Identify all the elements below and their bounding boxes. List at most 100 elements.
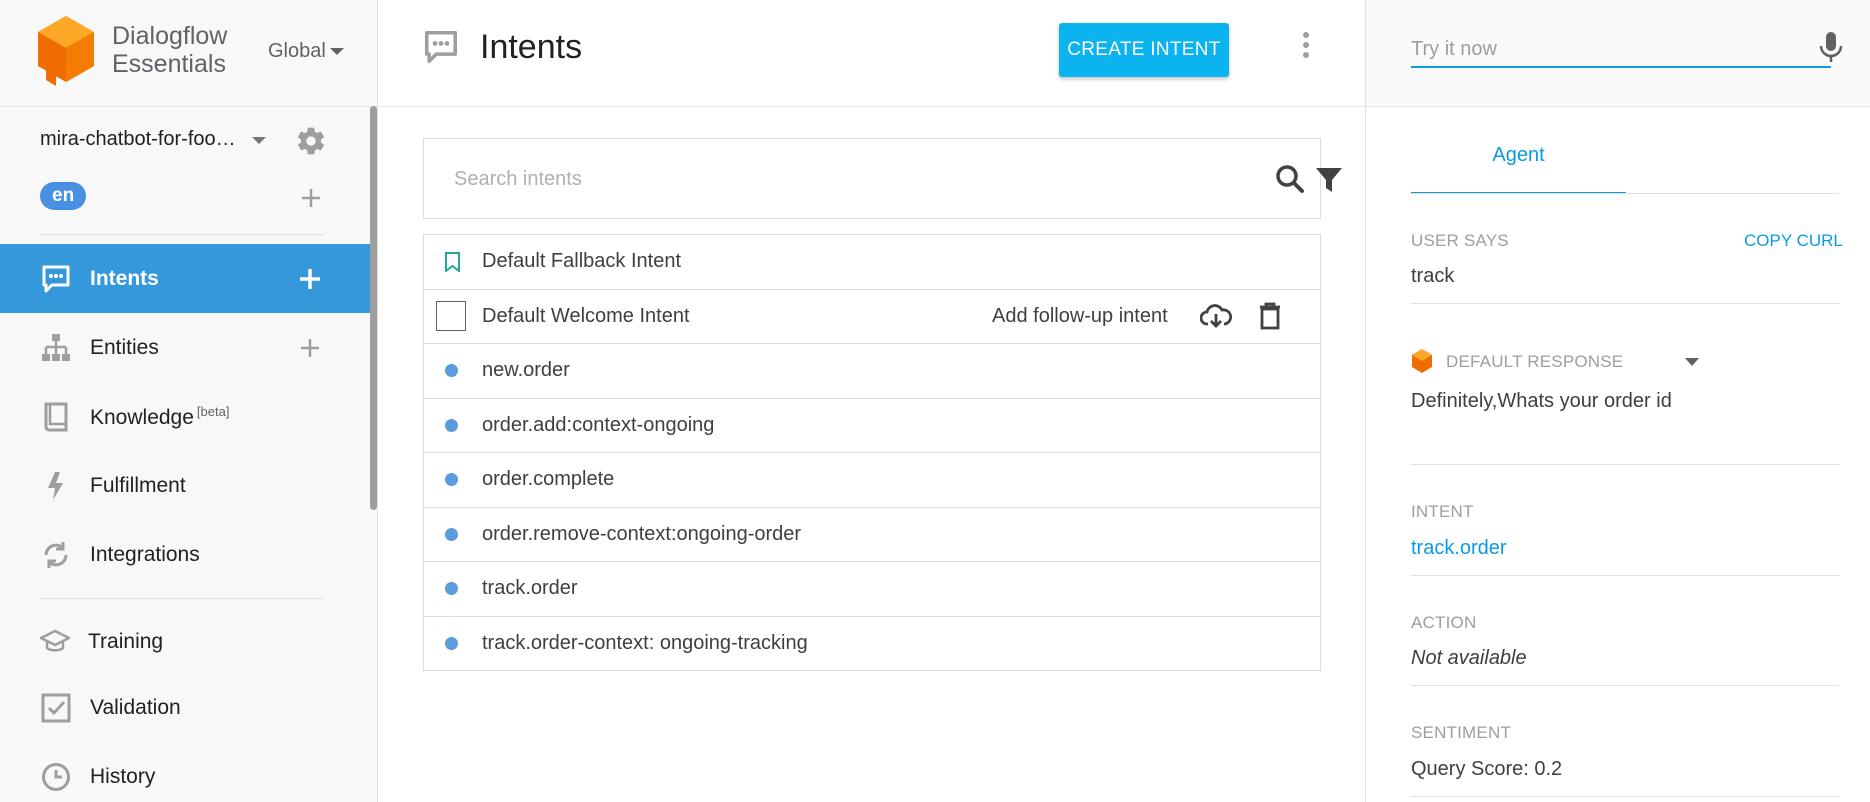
gear-icon[interactable] xyxy=(295,125,327,157)
default-response-value: Definitely,Whats your order id xyxy=(1411,390,1672,412)
add-language-icon[interactable] xyxy=(299,186,323,210)
graduation-cap-icon xyxy=(39,629,71,651)
intent-row[interactable]: order.add:context-ongoing xyxy=(424,399,1320,453)
hierarchy-icon xyxy=(42,333,70,361)
sidebar-header: Dialogflow Essentials Global xyxy=(0,0,378,107)
intent-status-dot xyxy=(445,364,458,378)
bookmark-icon xyxy=(445,251,460,272)
intent-name[interactable]: new.order xyxy=(482,359,570,382)
chat-bubble-icon xyxy=(424,30,458,64)
nav-item-fulfillment[interactable]: Fulfillment xyxy=(0,451,370,520)
filter-icon[interactable] xyxy=(1315,166,1343,194)
intent-name[interactable]: Default Welcome Intent xyxy=(482,305,690,328)
intent-status-dot xyxy=(445,636,458,650)
intent-name[interactable]: track.order xyxy=(482,577,578,600)
cloud-download-icon[interactable] xyxy=(1200,302,1232,330)
matched-intent-link[interactable]: track.order xyxy=(1411,537,1507,560)
nav-item-knowledge[interactable]: Knowledge [beta] xyxy=(0,382,370,451)
add-entity-icon[interactable] xyxy=(298,336,322,360)
nav-item-intents[interactable]: Intents xyxy=(0,244,370,313)
chevron-down-icon[interactable] xyxy=(1685,358,1699,366)
copy-curl-link[interactable]: COPY CURL xyxy=(1744,231,1843,251)
try-it-now-input[interactable] xyxy=(1411,32,1831,68)
nav-label-knowledge: Knowledge [beta] xyxy=(90,404,229,430)
create-intent-button[interactable]: CREATE INTENT xyxy=(1059,23,1229,77)
nav-item-entities[interactable]: Entities xyxy=(0,313,370,382)
nav-label-fulfillment: Fulfillment xyxy=(90,473,186,497)
intent-name[interactable]: order.complete xyxy=(482,468,614,491)
intent-checkbox[interactable] xyxy=(436,301,466,332)
language-badge[interactable]: en xyxy=(40,182,87,210)
nav-label-entities: Entities xyxy=(90,335,159,359)
sidebar: Dialogflow Essentials Global mira-chatbo… xyxy=(0,0,378,802)
nav-label-training: Training xyxy=(88,629,164,653)
try-it-header xyxy=(1366,0,1870,107)
page-title: Intents xyxy=(480,28,583,66)
intent-name[interactable]: order.remove-context:ongoing-order xyxy=(482,523,801,546)
book-icon xyxy=(44,402,68,431)
checkbox-icon xyxy=(41,693,71,722)
intent-name[interactable]: Default Fallback Intent xyxy=(482,250,681,273)
intent-status-dot xyxy=(445,418,458,432)
section-divider xyxy=(1411,685,1839,686)
intent-status-dot xyxy=(445,527,458,541)
add-follow-up-intent-link[interactable]: Add follow-up intent xyxy=(992,305,1168,328)
user-says-label: USER SAYS xyxy=(1411,231,1509,250)
main-header: Intents CREATE INTENT xyxy=(378,0,1366,107)
brand-line2: Essentials xyxy=(112,50,226,78)
search-intents-input[interactable] xyxy=(454,161,1174,197)
sentiment-value: Query Score: 0.2 xyxy=(1411,758,1563,780)
region-label: Global xyxy=(268,40,326,62)
intent-name[interactable]: order.add:context-ongoing xyxy=(482,414,714,437)
intent-status-dot xyxy=(445,582,458,596)
brand-name: Dialogflow Essentials xyxy=(112,22,227,78)
intent-row[interactable]: order.complete xyxy=(424,453,1320,508)
microphone-icon[interactable] xyxy=(1818,30,1844,64)
intent-row[interactable]: track.order-context: ongoing-tracking xyxy=(424,617,1320,671)
intent-status-dot xyxy=(445,473,458,487)
try-it-panel: Agent USER SAYS COPY CURL track DEFAULT … xyxy=(1366,0,1870,802)
intent-label: INTENT xyxy=(1411,502,1474,521)
dialogflow-logo[interactable] xyxy=(36,16,96,86)
region-selector[interactable]: Global xyxy=(268,40,344,63)
sync-icon xyxy=(44,541,68,568)
main-panel: Intents CREATE INTENT Default Fallback I… xyxy=(378,0,1366,802)
add-intent-icon[interactable] xyxy=(298,267,322,291)
chevron-down-icon xyxy=(329,48,344,56)
sentiment-label: SENTIMENT xyxy=(1411,723,1512,742)
action-label: ACTION xyxy=(1411,613,1477,632)
intent-row[interactable]: new.order xyxy=(424,344,1320,399)
intent-search-box xyxy=(423,138,1342,219)
chat-bubble-icon xyxy=(42,265,70,292)
section-divider xyxy=(1411,575,1839,576)
default-response-label: DEFAULT RESPONSE xyxy=(1446,352,1624,371)
nav-label-intents: Intents xyxy=(90,266,159,290)
nav-item-integrations[interactable]: Integrations xyxy=(0,520,370,589)
more-options-icon[interactable] xyxy=(1300,30,1312,60)
intent-name[interactable]: track.order-context: ongoing-tracking xyxy=(482,632,808,655)
brand-line1: Dialogflow xyxy=(112,22,228,50)
intent-row[interactable]: Default Welcome Intent Add follow-up int… xyxy=(424,290,1320,344)
agent-dropdown-icon[interactable] xyxy=(252,137,266,144)
sidebar-divider xyxy=(40,598,324,599)
search-icon[interactable] xyxy=(1275,164,1305,194)
nav-item-validation[interactable]: Validation xyxy=(0,673,370,742)
nav-label-validation: Validation xyxy=(90,695,181,719)
knowledge-label-text: Knowledge xyxy=(90,405,194,429)
intent-row[interactable]: track.order xyxy=(424,562,1320,617)
user-says-value: track xyxy=(1411,265,1455,287)
section-divider xyxy=(1411,303,1839,304)
trash-icon[interactable] xyxy=(1258,302,1282,330)
nav-label-history: History xyxy=(90,764,156,788)
section-divider xyxy=(1411,464,1839,465)
nav-item-history[interactable]: History xyxy=(0,742,370,802)
action-value: Not available xyxy=(1411,647,1527,669)
nav-item-training[interactable]: Training xyxy=(0,607,370,676)
intent-row[interactable]: order.remove-context:ongoing-order xyxy=(424,508,1320,562)
agent-selector[interactable]: mira-chatbot-for-food-delivery xyxy=(40,128,240,151)
sidebar-scrollbar[interactable] xyxy=(370,106,377,510)
intent-row[interactable]: Default Fallback Intent xyxy=(424,235,1320,290)
tab-agent[interactable]: Agent xyxy=(1411,120,1626,194)
beta-badge: [beta] xyxy=(196,403,230,419)
sidebar-divider xyxy=(40,234,324,235)
